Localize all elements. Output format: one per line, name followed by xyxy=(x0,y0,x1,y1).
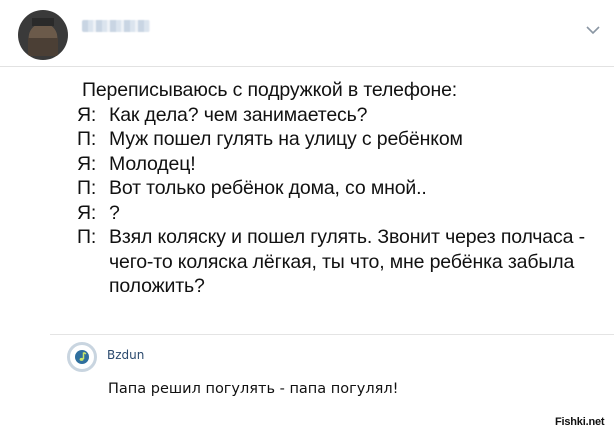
dialogue-line: П: Муж пошел гулять на улицу с ребёнком xyxy=(75,127,595,152)
speaker-label: Я: xyxy=(77,201,97,224)
music-note-icon[interactable] xyxy=(67,342,97,372)
dialogue-text: ? xyxy=(109,201,120,224)
dialogue-line: Я: Молодец! xyxy=(75,152,595,177)
speaker-label: П: xyxy=(77,226,97,248)
watermark: Fishki.net xyxy=(555,416,605,428)
comment-author[interactable]: Bzdun xyxy=(107,348,144,362)
dialogue-text: Как дела? чем занимаетесь? xyxy=(109,103,368,126)
chevron-down-icon[interactable] xyxy=(585,24,601,36)
dialogue-text: Вот только ребёнок дома, со мной.. xyxy=(109,177,427,199)
speaker-label: Я: xyxy=(77,103,97,126)
header-divider xyxy=(0,66,614,67)
speaker-label: Я: xyxy=(77,152,97,175)
dialogue-line: П: Вот только ребёнок дома, со мной.. xyxy=(75,176,595,201)
comment-divider xyxy=(50,334,614,335)
dialogue-text: Муж пошел гулять на улицу с ребёнком xyxy=(109,128,463,150)
post-header xyxy=(0,0,614,66)
post-text: Переписываюсь с подружкой в телефоне: Я:… xyxy=(75,78,595,299)
speaker-label: П: xyxy=(77,177,97,199)
author-avatar[interactable] xyxy=(18,10,68,60)
comment-text: Папа решил погулять - папа погулял! xyxy=(108,381,399,397)
author-name-blurred[interactable] xyxy=(82,20,150,32)
post-intro: Переписываюсь с подружкой в телефоне: xyxy=(82,79,458,101)
dialogue-line: Я: Как дела? чем занимаетесь? xyxy=(75,103,595,128)
dialogue-text: Молодец! xyxy=(109,152,196,175)
dialogue-text: Взял коляску и пошел гулять. Звонит чере… xyxy=(109,226,585,297)
dialogue-line: П: Взял коляску и пошел гулять. Звонит ч… xyxy=(75,225,595,299)
speaker-label: П: xyxy=(77,128,97,150)
dialogue-line: Я: ? xyxy=(75,201,595,226)
